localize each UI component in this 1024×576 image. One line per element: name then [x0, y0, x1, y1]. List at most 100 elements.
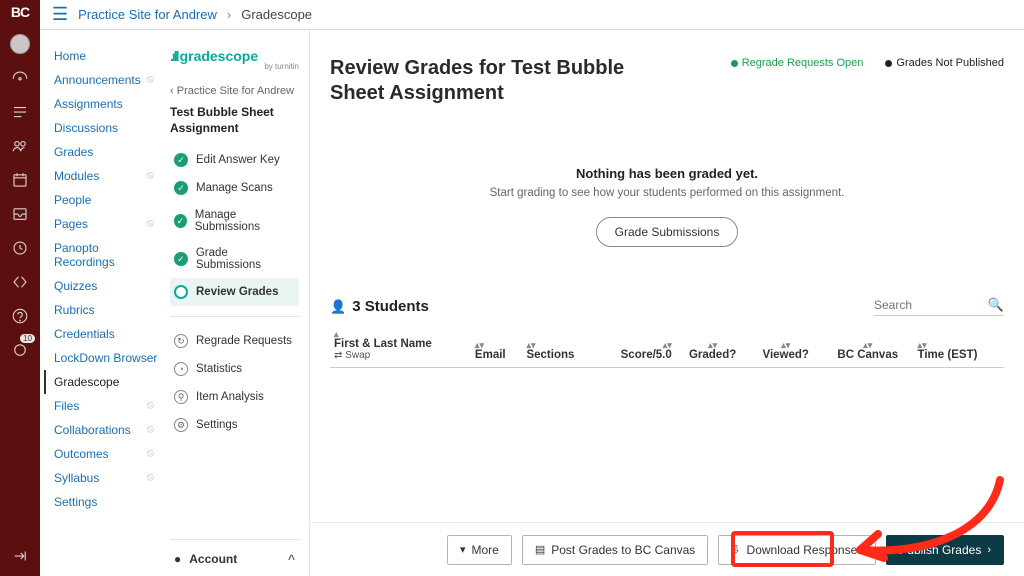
download-responses-button[interactable]: ⇩Download Responses — [718, 535, 876, 565]
bc-logo[interactable]: BC — [11, 4, 29, 20]
course-nav-item[interactable]: Syllabus⦸ — [54, 466, 160, 490]
main-pane: Review Grades for Test Bubble Sheet Assi… — [310, 30, 1024, 576]
grade-submissions-button[interactable]: Grade Submissions — [596, 217, 739, 247]
gradescope-sidebar: .ıllgradescope by turnitin ‹ Practice Si… — [160, 30, 310, 576]
status-regrade: Regrade Requests Open — [731, 56, 864, 70]
tool-icon: ◔ — [174, 362, 188, 376]
col-bccanvas[interactable]: ▴▾BC Canvas — [822, 324, 914, 368]
dashboard-icon[interactable] — [10, 68, 30, 88]
gs-tool-label: Item Analysis — [196, 391, 264, 403]
account-avatar[interactable] — [10, 34, 30, 54]
gs-tool-item[interactable]: ↻Regrade Requests — [170, 327, 299, 355]
gs-tool-item[interactable]: ◔ Statistics — [170, 355, 299, 383]
hidden-icon: ⦸ — [147, 217, 154, 230]
gs-assignment-title: Test Bubble Sheet Assignment — [170, 105, 299, 136]
publish-grades-button[interactable]: Publish Grades› — [886, 535, 1004, 565]
course-nav-item[interactable]: Grades — [54, 140, 160, 164]
hidden-icon: ⦸ — [147, 399, 154, 412]
tool-icon: ⚲ — [174, 390, 188, 404]
course-nav-item[interactable]: Pages⦸ — [54, 212, 160, 236]
check-icon: ✓ — [174, 252, 188, 266]
check-icon: ✓ — [174, 181, 188, 195]
notifications-badge[interactable] — [10, 340, 30, 360]
gs-step-item[interactable]: ✓ Edit Answer Key — [170, 146, 299, 174]
student-search[interactable]: 🔍 — [874, 297, 1004, 316]
gs-step-item[interactable]: ✓ Manage Scans — [170, 174, 299, 202]
check-icon: ✓ — [174, 153, 188, 167]
course-nav-item[interactable]: Credentials — [54, 322, 160, 346]
list-icon: ▤ — [535, 543, 545, 556]
inbox-icon[interactable] — [10, 204, 30, 224]
col-email[interactable]: ▴▾Email — [471, 324, 523, 368]
gs-step-label: Manage Submissions — [195, 209, 295, 233]
course-nav-item[interactable]: Settings — [54, 490, 160, 514]
history-icon[interactable] — [10, 238, 30, 258]
course-nav-item[interactable]: Assignments — [54, 92, 160, 116]
download-icon: ⇩ — [731, 543, 740, 556]
breadcrumb-course[interactable]: Practice Site for Andrew — [78, 7, 217, 22]
col-sections[interactable]: ▴▾Sections — [522, 324, 597, 368]
course-nav-item[interactable]: Panopto Recordings — [54, 236, 160, 274]
help-icon[interactable] — [10, 306, 30, 326]
global-nav-rail: BC — [0, 0, 40, 576]
gs-back-link[interactable]: ‹ Practice Site for Andrew — [170, 85, 299, 97]
status-publish: Grades Not Published — [885, 56, 1004, 70]
gs-step-item[interactable]: ✓ Grade Submissions — [170, 240, 299, 278]
course-nav-item[interactable]: Modules⦸ — [54, 164, 160, 188]
breadcrumb-bar: ☰ Practice Site for Andrew › Gradescope — [40, 0, 1024, 30]
empty-state: Nothing has been graded yet. Start gradi… — [330, 166, 1004, 247]
gs-account-toggle[interactable]: ● Account ^ — [170, 539, 299, 566]
course-nav-item[interactable]: Quizzes — [54, 274, 160, 298]
tool-icon: ↻ — [174, 334, 188, 348]
gs-step-label: Grade Submissions — [196, 247, 295, 271]
gs-step-item[interactable]: Review Grades — [170, 278, 299, 306]
hamburger-icon[interactable]: ☰ — [52, 4, 68, 25]
empty-heading: Nothing has been graded yet. — [330, 166, 1004, 181]
course-nav-item[interactable]: Home — [54, 44, 160, 68]
students-table: ▴First & Last Name⇄ Swap ▴▾Email ▴▾Secti… — [330, 324, 1004, 368]
groups-icon[interactable] — [10, 136, 30, 156]
circle-icon — [174, 285, 188, 299]
gs-tool-label: Statistics — [196, 363, 242, 375]
course-nav-item[interactable]: Gradescope — [44, 370, 160, 394]
gs-step-label: Manage Scans — [196, 182, 273, 194]
commons-icon[interactable] — [10, 272, 30, 292]
gs-step-label: Edit Answer Key — [196, 154, 280, 166]
check-icon: ✓ — [174, 214, 187, 228]
post-grades-button[interactable]: ▤Post Grades to BC Canvas — [522, 535, 708, 565]
course-nav-item[interactable]: Discussions — [54, 116, 160, 140]
hidden-icon: ⦸ — [147, 423, 154, 436]
gs-tool-item[interactable]: ⚙ Settings — [170, 411, 299, 439]
collapse-nav-icon[interactable] — [10, 546, 30, 566]
course-nav-item[interactable]: Outcomes⦸ — [54, 442, 160, 466]
course-nav-item[interactable]: People — [54, 188, 160, 212]
chevron-right-icon: › — [227, 7, 231, 22]
col-score[interactable]: ▴▾Score/5.0 — [597, 324, 676, 368]
course-nav-item[interactable]: LockDown Browser — [54, 346, 160, 370]
course-nav: HomeAnnouncements⦸AssignmentsDiscussions… — [40, 30, 160, 576]
tool-icon: ⚙ — [174, 418, 188, 432]
chevron-up-icon: ^ — [288, 552, 295, 566]
chevron-down-icon: ▾ — [460, 543, 466, 556]
person-icon: ● — [174, 552, 181, 566]
more-button[interactable]: ▾More — [447, 535, 512, 565]
search-input[interactable] — [874, 298, 988, 312]
courses-icon[interactable] — [10, 102, 30, 122]
gs-tool-item[interactable]: ⚲ Item Analysis — [170, 383, 299, 411]
col-graded[interactable]: ▴▾Graded? — [676, 324, 750, 368]
col-viewed[interactable]: ▴▾Viewed? — [749, 324, 822, 368]
page-title: Review Grades for Test Bubble Sheet Assi… — [330, 56, 630, 106]
chevron-right-icon: › — [987, 544, 991, 556]
gs-step-item[interactable]: ✓ Manage Submissions — [170, 202, 299, 240]
course-nav-item[interactable]: Rubrics — [54, 298, 160, 322]
col-name[interactable]: ▴First & Last Name⇄ Swap — [330, 324, 471, 368]
calendar-icon[interactable] — [10, 170, 30, 190]
col-time[interactable]: ▴▾Time (EST) — [914, 324, 1004, 368]
gs-tool-label: Settings — [196, 419, 238, 431]
course-nav-item[interactable]: Files⦸ — [54, 394, 160, 418]
course-nav-item[interactable]: Collaborations⦸ — [54, 418, 160, 442]
search-icon: 🔍 — [988, 297, 1004, 313]
course-nav-item[interactable]: Announcements⦸ — [54, 68, 160, 92]
hidden-icon: ⦸ — [147, 471, 154, 484]
students-heading: 3 Students — [352, 298, 429, 315]
